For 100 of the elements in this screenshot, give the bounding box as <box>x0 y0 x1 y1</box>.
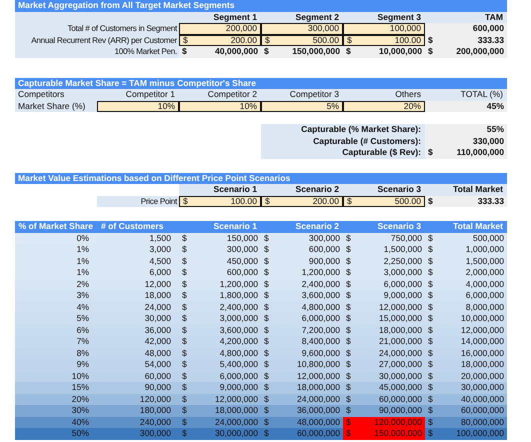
cell-value: 30,000,000 <box>214 428 258 440</box>
cell-value: 10,800,000 <box>296 359 340 370</box>
cell-value: 500.00 <box>394 196 421 206</box>
cell-value: 100,000,000 <box>456 428 504 440</box>
table-cell: 4% <box>15 302 97 313</box>
table-cell: 240,000 <box>97 416 179 428</box>
cell-value: 20,000,000 <box>460 370 504 382</box>
cell-value: 48,000,000 <box>296 416 340 428</box>
currency-symbol: $ <box>264 256 269 267</box>
table-cell: 60,000 <box>97 370 179 382</box>
cell-value: 500.00 <box>312 36 339 45</box>
table-cell: 120,000 <box>97 394 179 405</box>
cell-value: 60,000,000 <box>460 405 504 416</box>
input-cell[interactable]: $ 200.00 <box>179 34 261 46</box>
cell-value: 20% <box>404 102 421 111</box>
table-cell: 1,500 <box>97 232 179 244</box>
cell-value: 4,200,000 <box>220 336 258 348</box>
input-cell[interactable]: 300,000 <box>261 23 343 34</box>
table-cell: 6,000 <box>97 267 179 278</box>
currency-symbol: $ <box>182 416 187 428</box>
column-header: % of Market Share <box>15 221 97 232</box>
currency-symbol: $ <box>346 382 351 394</box>
table-cell: 2% <box>15 278 97 290</box>
table-cell: 9% <box>15 359 97 370</box>
input-cell[interactable]: $ 200.00 <box>261 196 343 207</box>
cell-value: 200.00 <box>230 36 257 45</box>
currency-symbol: $ <box>264 302 269 313</box>
currency-symbol: $ <box>346 278 351 290</box>
cell-value: 9,000,000 <box>220 382 258 394</box>
input-cell[interactable]: 10% <box>97 100 179 112</box>
input-cell[interactable]: $ 500.00 <box>261 34 343 46</box>
currency-symbol: $ <box>265 36 270 45</box>
currency-symbol: $ <box>182 348 187 359</box>
cell-value: 45% <box>486 100 504 112</box>
input-cell[interactable]: $ 500.00 <box>343 196 425 207</box>
input-cell[interactable]: 5% <box>261 100 343 112</box>
cell-value: 300,000 <box>226 244 258 256</box>
cell-value: 900,000 <box>308 256 340 267</box>
cell-value: 6,000,000 <box>302 313 340 324</box>
cell-value: 12,000,000 <box>378 302 422 313</box>
currency-symbol: $ <box>346 405 351 416</box>
currency-symbol: $ <box>346 416 351 428</box>
column-header: Total Market <box>425 184 507 196</box>
cell-value: 8,000,000 <box>466 302 504 313</box>
cell-value: 18,000,000 <box>296 382 340 394</box>
currency-symbol: $ <box>182 394 187 405</box>
currency-symbol: $ <box>346 359 351 370</box>
input-cell[interactable]: 100,000 <box>343 23 425 34</box>
currency-symbol: $ <box>264 46 269 58</box>
input-cell[interactable]: 20% <box>343 100 425 112</box>
table-cell: 20% <box>15 394 97 405</box>
column-header: Segment 2 <box>294 12 340 23</box>
cell-value: 2,400,000 <box>302 278 340 290</box>
currency-symbol: $ <box>428 244 433 256</box>
table-cell: 40% <box>15 416 97 428</box>
input-cell[interactable]: $ 100.00 <box>179 196 261 207</box>
currency-symbol: $ <box>264 348 269 359</box>
table-cell: 4,500 <box>97 256 179 267</box>
cell-value: 110,000,000 <box>456 147 504 158</box>
cell-value: 16,000,000 <box>460 348 504 359</box>
currency-symbol: $ <box>428 256 433 267</box>
cell-value: 7,200,000 <box>302 324 340 336</box>
cell-value: 1,500,000 <box>466 256 504 267</box>
currency-symbol: $ <box>264 324 269 336</box>
currency-symbol: $ <box>428 313 433 324</box>
cell-value: 120,000,000 <box>374 416 422 428</box>
column-header: Segment 1 <box>212 12 258 23</box>
table-cell: 30,000 <box>97 313 179 324</box>
cell-value: 1,200,000 <box>220 278 258 290</box>
section-title: Capturable Market Share = TAM minus Competitor's Share <box>15 78 507 89</box>
column-header: Segment 3 <box>376 12 422 23</box>
cell-value: 100,000 <box>390 24 421 34</box>
table-cell: 18,000 <box>97 290 179 302</box>
currency-symbol: $ <box>182 336 187 348</box>
currency-symbol: $ <box>182 46 187 58</box>
cell-value: 10,000,000 <box>460 313 504 324</box>
currency-symbol: $ <box>346 348 351 359</box>
table-cell: 3,000 <box>97 244 179 256</box>
cell-value: 600,000 <box>226 267 258 278</box>
currency-symbol: $ <box>428 324 433 336</box>
input-cell[interactable]: $ 100.00 <box>343 34 425 46</box>
cell-value: 9,600,000 <box>302 348 340 359</box>
currency-symbol: $ <box>265 196 270 206</box>
currency-symbol: $ <box>428 267 433 278</box>
currency-symbol: $ <box>428 34 433 46</box>
section-title: Market Value Estimations based on Different Price Point Scenarios <box>15 172 507 184</box>
cell-value: 333.33 <box>478 196 504 207</box>
column-header: Competitor 3 <box>288 89 340 100</box>
input-cell[interactable]: 200,000 <box>179 23 261 34</box>
table-cell: 7% <box>15 336 97 348</box>
cell-value: 10,000,000 <box>378 46 422 58</box>
cell-value: 1,000,000 <box>466 244 504 256</box>
table-cell: 1% <box>15 244 97 256</box>
input-cell[interactable]: 10% <box>179 100 261 112</box>
cell-value: 36,000,000 <box>296 405 340 416</box>
column-header: Competitor 2 <box>206 89 258 100</box>
cell-value: 27,000,000 <box>378 359 422 370</box>
cell-value: 18,000,000 <box>378 324 422 336</box>
cell-value: 2,250,000 <box>384 256 422 267</box>
cell-value: 150,000,000 <box>292 46 340 58</box>
